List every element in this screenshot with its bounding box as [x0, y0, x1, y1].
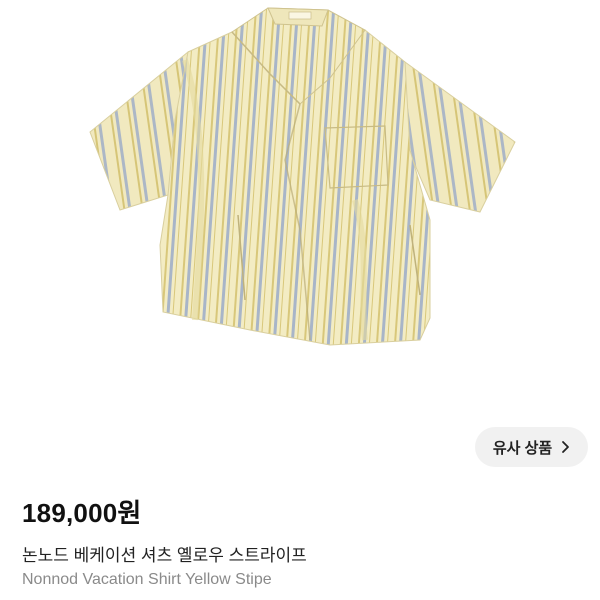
- chevron-right-icon: [560, 440, 570, 454]
- product-price: 189,000원: [22, 498, 142, 528]
- product-title-korean: 논노드 베케이션 셔츠 옐로우 스트라이프: [22, 546, 307, 565]
- shirt-illustration: [89, 7, 516, 346]
- similar-products-label: 유사 상품: [492, 439, 553, 457]
- product-title-english: Nonnod Vacation Shirt Yellow Stipe: [22, 571, 272, 588]
- product-image[interactable]: [0, 0, 600, 412]
- similar-products-button[interactable]: 유사 상품: [475, 427, 588, 467]
